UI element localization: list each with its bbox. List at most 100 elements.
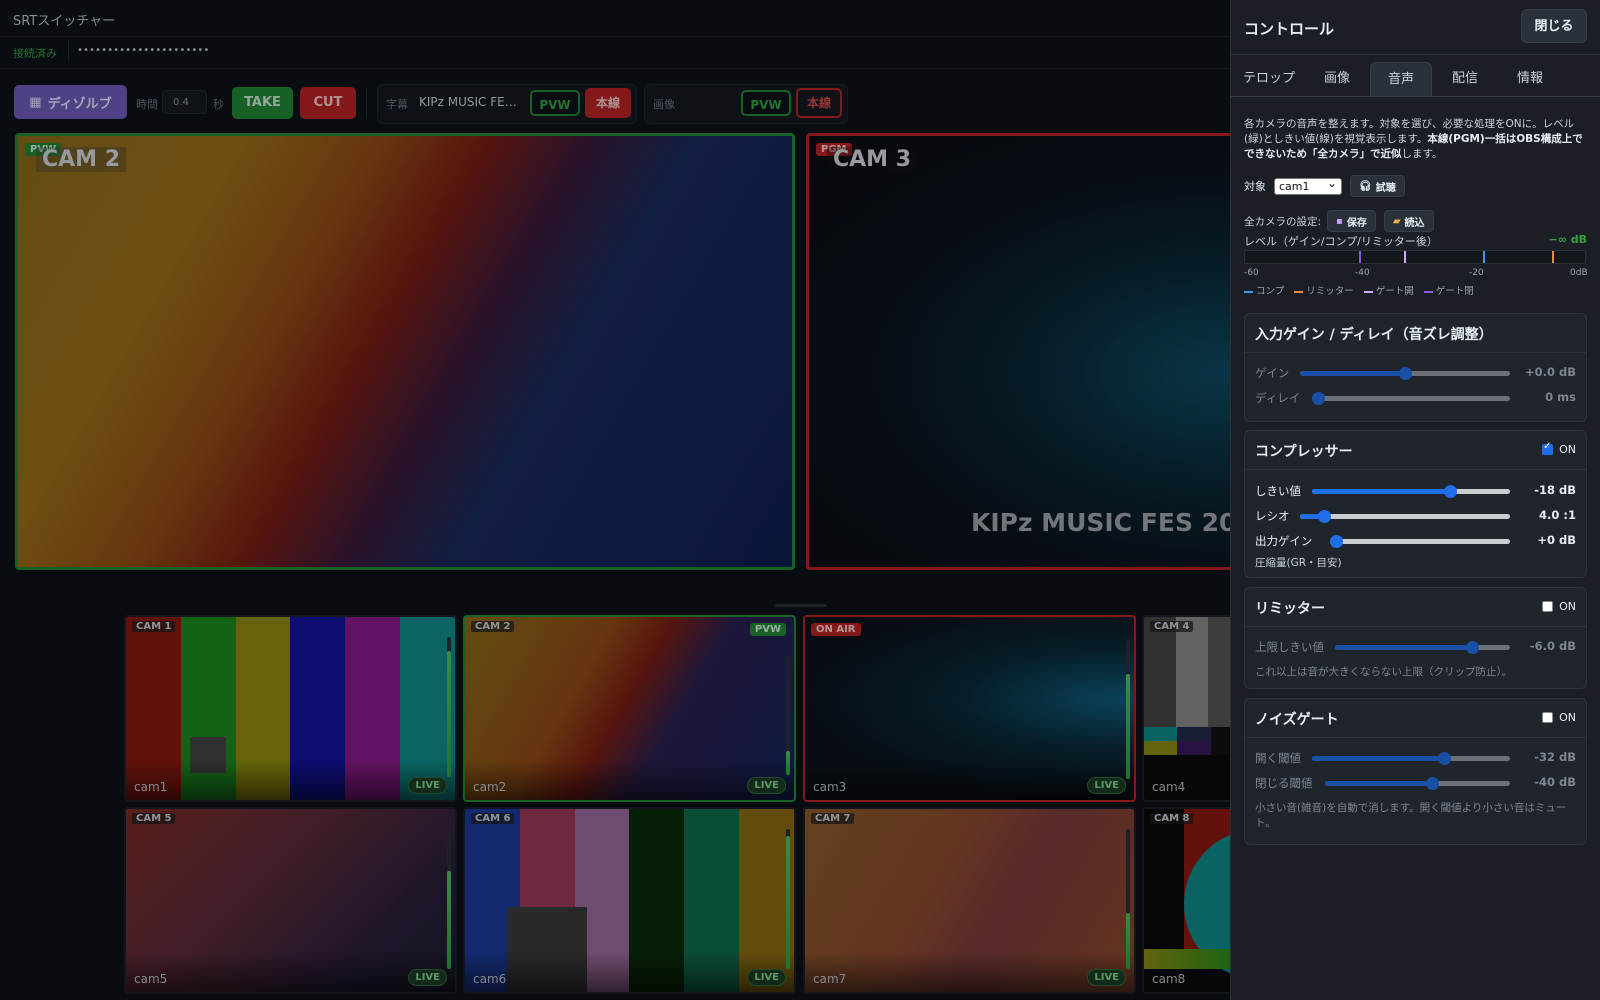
audio-meter-fill bbox=[1126, 674, 1130, 779]
gate-close-slider-knob[interactable] bbox=[1426, 777, 1439, 790]
ceiling-slider[interactable] bbox=[1335, 641, 1510, 654]
audio-meter bbox=[1126, 829, 1130, 969]
tile-name: cam6 bbox=[473, 972, 507, 986]
threshold-slider-fill bbox=[1312, 489, 1450, 494]
comp-marker bbox=[1483, 251, 1485, 263]
on-air-badge: ON AIR bbox=[811, 623, 861, 636]
image-group: 画像 PVW 本線 bbox=[644, 84, 848, 124]
audio-meter-fill bbox=[786, 751, 790, 775]
description-end: します。 bbox=[1401, 148, 1443, 160]
delay-slider-knob[interactable] bbox=[1312, 392, 1325, 405]
multiview-tile-cam6[interactable]: CAM 6 cam6 LIVE bbox=[463, 807, 796, 994]
multiview-tile-cam2[interactable]: CAM 2 PVW cam2 LIVE bbox=[463, 615, 796, 802]
compressor-toggle[interactable]: ON bbox=[1542, 441, 1576, 456]
all-camera-label: 全カメラの設定: bbox=[1244, 215, 1322, 228]
tab-stream[interactable]: 配信 bbox=[1437, 62, 1493, 96]
multiview-tile-cam1[interactable]: CAM 1 cam1 LIVE bbox=[124, 615, 457, 802]
multiview-tile-cam8[interactable]: CAM 8 cam8 bbox=[1142, 807, 1230, 994]
threshold-slider[interactable] bbox=[1312, 485, 1510, 498]
gate-close-slider[interactable] bbox=[1325, 777, 1510, 790]
panel-tabs: テロップ 画像 音声 配信 情報 bbox=[1231, 62, 1600, 96]
multiview-tile-cam7[interactable]: CAM 7 cam7 LIVE bbox=[803, 807, 1136, 994]
noise-gate-toggle[interactable]: ON bbox=[1542, 711, 1576, 724]
preview-monitor[interactable]: PVW CAM 2 bbox=[15, 133, 795, 570]
time-input[interactable]: 0.4 bbox=[162, 90, 207, 114]
dissolve-button[interactable]: ▦ ディゾルブ bbox=[14, 85, 127, 119]
multiview-tile-cam5[interactable]: CAM 5 cam5 LIVE bbox=[124, 807, 457, 994]
tile-name: cam4 bbox=[1152, 780, 1186, 794]
ceiling-value: -6.0 dB bbox=[1529, 639, 1576, 653]
image-label: 画像 bbox=[653, 98, 675, 111]
target-row: 対象 cam1 🎧︎ 試聴 bbox=[1244, 175, 1405, 197]
noise-gate-checkbox[interactable] bbox=[1542, 712, 1554, 723]
live-badge: LIVE bbox=[747, 969, 786, 986]
multiview-tile-cam4[interactable]: CAM 4 cam4 bbox=[1142, 615, 1230, 802]
delay-row: ディレイ 0 ms bbox=[1255, 388, 1576, 408]
output-gain-slider-knob[interactable] bbox=[1330, 535, 1343, 548]
level-legend: コンプ リミッター ゲート開 ゲート閉 bbox=[1244, 283, 1474, 297]
close-button[interactable]: 閉じる bbox=[1521, 9, 1587, 43]
ratio-slider-knob[interactable] bbox=[1318, 510, 1331, 523]
caption-pvw-button[interactable]: PVW bbox=[530, 90, 580, 116]
caption-pgm-button[interactable]: 本線 bbox=[585, 88, 631, 118]
ceiling-label: 上限しきい値 bbox=[1255, 640, 1324, 654]
ceiling-row: 上限しきい値 -6.0 dB bbox=[1255, 637, 1576, 657]
gain-slider-knob[interactable] bbox=[1399, 367, 1412, 380]
tile-shade bbox=[805, 952, 1134, 992]
ceiling-slider-knob[interactable] bbox=[1466, 641, 1479, 654]
all-camera-row: 全カメラの設定: ▪ 保存 ▰ 読込 bbox=[1244, 210, 1434, 232]
limiter-checkbox[interactable] bbox=[1542, 601, 1554, 612]
gain-delay-card: 入力ゲイン / ディレイ（音ズレ調整） ゲイン +0.0 dB ディレイ 0 m… bbox=[1244, 313, 1587, 422]
delay-slider[interactable] bbox=[1312, 392, 1510, 405]
app-title: SRTスイッチャー bbox=[13, 14, 116, 29]
tile-cam-tag: CAM 5 bbox=[132, 813, 176, 824]
cut-button[interactable]: CUT bbox=[300, 87, 356, 119]
legend-gate-open: ゲート開 bbox=[1363, 283, 1414, 297]
tab-audio[interactable]: 音声 bbox=[1370, 62, 1432, 96]
image-pvw-button[interactable]: PVW bbox=[741, 90, 791, 116]
load-button[interactable]: ▰ 読込 bbox=[1383, 210, 1434, 232]
tab-image[interactable]: 画像 bbox=[1309, 62, 1365, 96]
audio-meter bbox=[447, 829, 451, 969]
card-divider bbox=[1245, 352, 1586, 353]
gate-open-slider-knob[interactable] bbox=[1438, 752, 1451, 765]
headphones-icon: 🎧︎ bbox=[1359, 180, 1372, 192]
output-gain-row: 出力ゲイン +0 dB bbox=[1255, 531, 1576, 551]
audio-description: 各カメラの音声を整えます。対象を選び、必要な処理をONに。レベル(緑)としきい値… bbox=[1244, 117, 1586, 162]
switcher-main: SRTスイッチャー 接続済み •••••••••••••••••••••• ▦ … bbox=[0, 0, 1230, 1000]
image-pgm-button[interactable]: 本線 bbox=[796, 88, 842, 118]
caption-text[interactable]: KIPz MUSIC FE… bbox=[419, 95, 517, 109]
resize-handle[interactable] bbox=[775, 604, 827, 607]
compressor-checkbox[interactable] bbox=[1542, 441, 1554, 455]
ratio-slider[interactable] bbox=[1300, 510, 1510, 523]
tile-name: cam2 bbox=[473, 780, 507, 794]
compressor-title: コンプレッサー bbox=[1255, 444, 1353, 460]
legend-gate-close: ゲート閉 bbox=[1423, 283, 1474, 297]
connection-url-field[interactable]: •••••••••••••••••••••• bbox=[68, 41, 1227, 61]
scale-tick: -20 bbox=[1469, 268, 1484, 278]
multiview-tile-cam3[interactable]: ON AIR cam3 LIVE bbox=[803, 615, 1136, 802]
tile-shade bbox=[465, 952, 794, 992]
listen-button[interactable]: 🎧︎ 試聴 bbox=[1350, 175, 1405, 197]
gain-slider[interactable] bbox=[1300, 367, 1510, 380]
target-select[interactable]: cam1 bbox=[1274, 176, 1342, 195]
live-badge: LIVE bbox=[747, 777, 786, 794]
save-button[interactable]: ▪ 保存 bbox=[1327, 210, 1376, 232]
tab-telop[interactable]: テロップ bbox=[1237, 62, 1301, 96]
time-label: 時間 bbox=[136, 98, 158, 111]
threshold-label: しきい値 bbox=[1255, 484, 1301, 498]
save-icon: ▪ bbox=[1336, 215, 1343, 227]
program-monitor[interactable]: PGM CAM 3 KIPz MUSIC FES 2026 bbox=[806, 133, 1230, 570]
tab-info[interactable]: 情報 bbox=[1501, 62, 1559, 96]
threshold-slider-knob[interactable] bbox=[1444, 485, 1457, 498]
threshold-row: しきい値 -18 dB bbox=[1255, 481, 1576, 501]
limiter-toggle[interactable]: ON bbox=[1542, 600, 1576, 613]
connection-bar: 接続済み •••••••••••••••••••••• bbox=[0, 36, 1230, 69]
gain-delay-title: 入力ゲイン / ディレイ（音ズレ調整） bbox=[1255, 327, 1493, 343]
take-button[interactable]: TAKE bbox=[232, 87, 293, 119]
tile-cam-tag: CAM 8 bbox=[1150, 813, 1194, 824]
output-gain-slider[interactable] bbox=[1330, 535, 1510, 548]
gate-open-slider[interactable] bbox=[1312, 752, 1510, 765]
legend-comp: コンプ bbox=[1244, 283, 1284, 297]
card-divider bbox=[1245, 626, 1586, 627]
